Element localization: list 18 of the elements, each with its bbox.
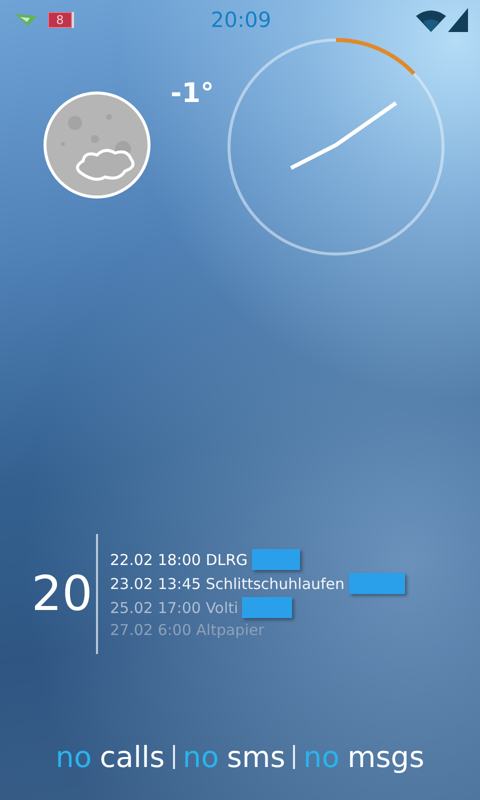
signal-icon — [448, 8, 468, 32]
notification-label: calls — [100, 740, 165, 774]
calendar-event: 22.02 18:00 DLRG — [110, 550, 248, 568]
notification-label: sms — [226, 740, 286, 774]
wifi-icon — [416, 10, 446, 32]
calendar-event: 27.02 6:00 Altpapier — [110, 621, 264, 639]
temperature: -1° — [170, 78, 214, 109]
notification-count: no — [56, 740, 92, 774]
moon-cloud-icon — [43, 91, 151, 199]
notification-count: no — [182, 740, 219, 774]
status-time: 20:09 — [210, 8, 272, 32]
notification-label: msgs — [347, 740, 424, 774]
day-number: 20 — [30, 565, 94, 624]
calendar-event: 25.02 17:00 Volti — [110, 598, 238, 616]
battery-level: 8 — [48, 12, 72, 28]
notification-count: no — [303, 740, 340, 774]
notification-icon — [14, 13, 38, 27]
calendar-event: 23.02 13:45 Schlittschuhlaufen — [110, 574, 345, 592]
